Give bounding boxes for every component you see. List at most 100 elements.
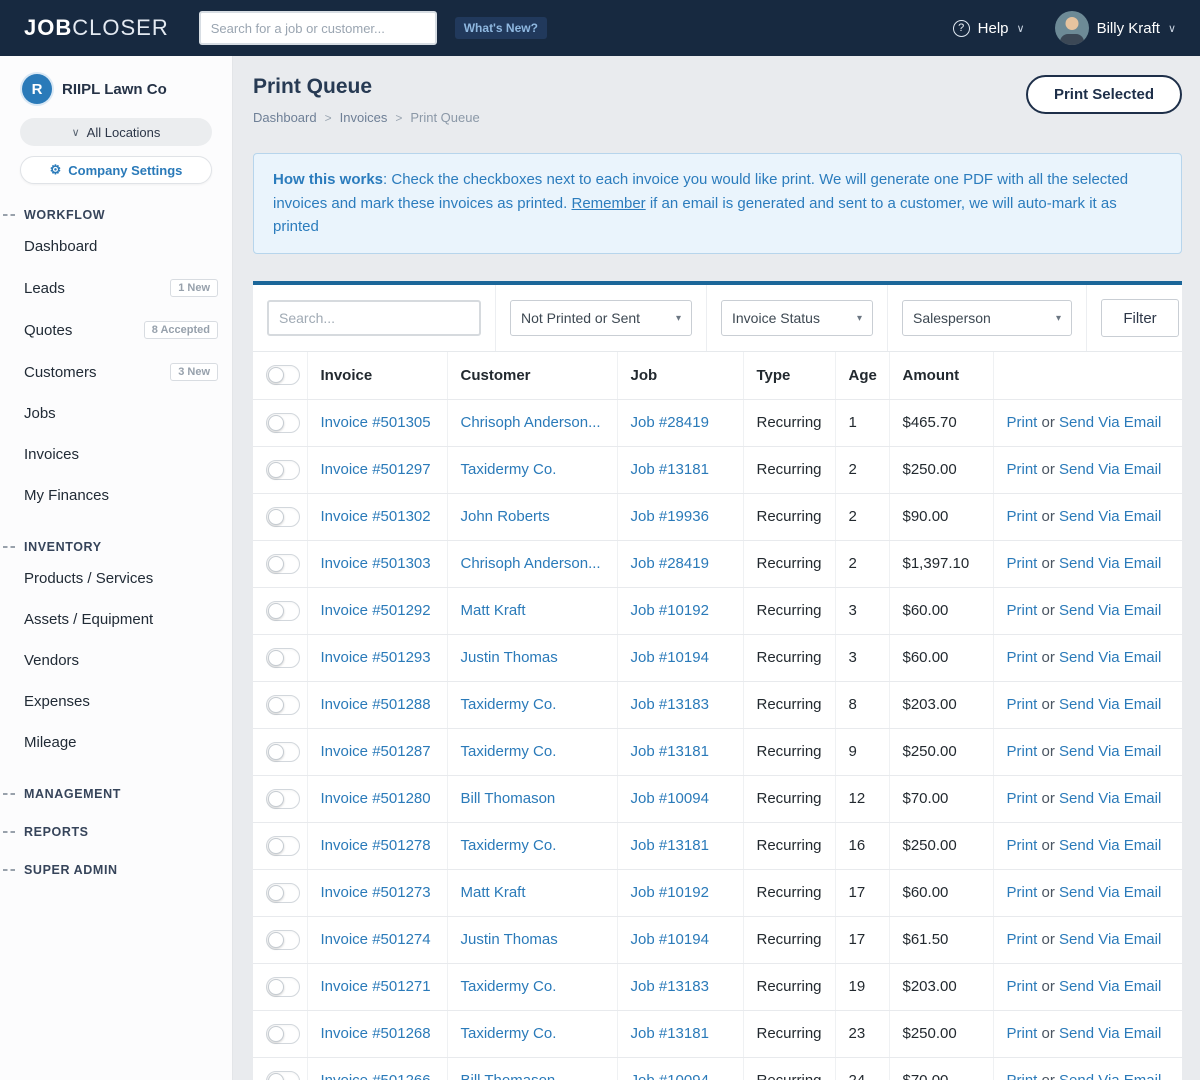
print-link[interactable]: Print bbox=[1007, 414, 1038, 431]
send-email-link[interactable]: Send Via Email bbox=[1059, 555, 1161, 572]
row-select-toggle[interactable] bbox=[266, 976, 300, 997]
customer-link[interactable]: Matt Kraft bbox=[461, 884, 526, 901]
company-settings-button[interactable]: Company Settings bbox=[20, 156, 212, 184]
invoice-link[interactable]: Invoice #501274 bbox=[321, 931, 431, 948]
all-locations-dropdown[interactable]: All Locations bbox=[20, 118, 212, 146]
sidebar-item-dashboard[interactable]: Dashboard bbox=[0, 226, 232, 267]
table-search-input[interactable] bbox=[267, 300, 481, 337]
customer-link[interactable]: Taxidermy Co. bbox=[461, 978, 557, 995]
row-select-toggle[interactable] bbox=[266, 1070, 300, 1080]
row-select-toggle[interactable] bbox=[266, 553, 300, 574]
invoice-link[interactable]: Invoice #501288 bbox=[321, 696, 431, 713]
customer-link[interactable]: Justin Thomas bbox=[461, 649, 558, 666]
row-select-toggle[interactable] bbox=[266, 882, 300, 903]
row-select-toggle[interactable] bbox=[266, 741, 300, 762]
job-link[interactable]: Job #28419 bbox=[631, 414, 709, 431]
send-email-link[interactable]: Send Via Email bbox=[1059, 649, 1161, 666]
sidebar-section-super-admin[interactable]: SUPER ADMIN bbox=[0, 863, 232, 877]
row-select-toggle[interactable] bbox=[266, 788, 300, 809]
print-link[interactable]: Print bbox=[1007, 978, 1038, 995]
send-email-link[interactable]: Send Via Email bbox=[1059, 931, 1161, 948]
breadcrumb-invoices[interactable]: Invoices bbox=[340, 110, 388, 125]
send-email-link[interactable]: Send Via Email bbox=[1059, 790, 1161, 807]
sidebar-item-assets-equipment[interactable]: Assets / Equipment bbox=[0, 599, 232, 640]
sidebar-item-vendors[interactable]: Vendors bbox=[0, 640, 232, 681]
whats-new-badge[interactable]: What's New? bbox=[454, 17, 547, 39]
app-logo[interactable]: JOBCLOSER bbox=[24, 15, 169, 41]
invoice-link[interactable]: Invoice #501303 bbox=[321, 555, 431, 572]
job-link[interactable]: Job #28419 bbox=[631, 555, 709, 572]
customer-link[interactable]: Matt Kraft bbox=[461, 602, 526, 619]
invoice-link[interactable]: Invoice #501297 bbox=[321, 461, 431, 478]
send-email-link[interactable]: Send Via Email bbox=[1059, 837, 1161, 854]
job-link[interactable]: Job #13181 bbox=[631, 461, 709, 478]
invoice-link[interactable]: Invoice #501271 bbox=[321, 978, 431, 995]
customer-link[interactable]: John Roberts bbox=[461, 508, 550, 525]
row-select-toggle[interactable] bbox=[266, 412, 300, 433]
salesperson-select[interactable]: Salesperson bbox=[902, 300, 1072, 337]
sidebar-section-reports[interactable]: REPORTS bbox=[0, 825, 232, 839]
sidebar-item-mileage[interactable]: Mileage bbox=[0, 722, 232, 763]
customer-link[interactable]: Taxidermy Co. bbox=[461, 461, 557, 478]
row-select-toggle[interactable] bbox=[266, 459, 300, 480]
print-link[interactable]: Print bbox=[1007, 649, 1038, 666]
invoice-link[interactable]: Invoice #501273 bbox=[321, 884, 431, 901]
job-link[interactable]: Job #10192 bbox=[631, 602, 709, 619]
invoice-link[interactable]: Invoice #501302 bbox=[321, 508, 431, 525]
breadcrumb-dashboard[interactable]: Dashboard bbox=[253, 110, 317, 125]
job-link[interactable]: Job #10192 bbox=[631, 884, 709, 901]
customer-link[interactable]: Justin Thomas bbox=[461, 931, 558, 948]
sidebar-item-jobs[interactable]: Jobs bbox=[0, 393, 232, 434]
sidebar-section-inventory[interactable]: INVENTORY bbox=[0, 540, 232, 554]
job-link[interactable]: Job #19936 bbox=[631, 508, 709, 525]
invoice-link[interactable]: Invoice #501266 bbox=[321, 1072, 431, 1080]
user-menu[interactable]: Billy Kraft bbox=[1054, 11, 1176, 45]
print-selected-button[interactable]: Print Selected bbox=[1025, 75, 1182, 114]
print-link[interactable]: Print bbox=[1007, 602, 1038, 619]
sidebar-item-products-services[interactable]: Products / Services bbox=[0, 558, 232, 599]
customer-link[interactable]: Chrisoph Anderson... bbox=[461, 555, 601, 572]
invoice-link[interactable]: Invoice #501268 bbox=[321, 1025, 431, 1042]
invoice-link[interactable]: Invoice #501287 bbox=[321, 743, 431, 760]
sidebar-section-workflow[interactable]: WORKFLOW bbox=[0, 208, 232, 222]
job-link[interactable]: Job #13183 bbox=[631, 696, 709, 713]
send-email-link[interactable]: Send Via Email bbox=[1059, 508, 1161, 525]
filter-button[interactable]: Filter bbox=[1101, 299, 1179, 338]
send-email-link[interactable]: Send Via Email bbox=[1059, 978, 1161, 995]
row-select-toggle[interactable] bbox=[266, 835, 300, 856]
sidebar-item-quotes[interactable]: Quotes 8 Accepted bbox=[0, 309, 232, 351]
invoice-link[interactable]: Invoice #501305 bbox=[321, 414, 431, 431]
row-select-toggle[interactable] bbox=[266, 600, 300, 621]
print-link[interactable]: Print bbox=[1007, 508, 1038, 525]
invoice-link[interactable]: Invoice #501280 bbox=[321, 790, 431, 807]
job-link[interactable]: Job #10094 bbox=[631, 790, 709, 807]
job-link[interactable]: Job #13183 bbox=[631, 978, 709, 995]
global-search-input[interactable] bbox=[198, 11, 437, 45]
print-link[interactable]: Print bbox=[1007, 884, 1038, 901]
send-email-link[interactable]: Send Via Email bbox=[1059, 461, 1161, 478]
send-email-link[interactable]: Send Via Email bbox=[1059, 696, 1161, 713]
row-select-toggle[interactable] bbox=[266, 506, 300, 527]
row-select-toggle[interactable] bbox=[266, 694, 300, 715]
row-select-toggle[interactable] bbox=[266, 647, 300, 668]
print-link[interactable]: Print bbox=[1007, 461, 1038, 478]
invoice-link[interactable]: Invoice #501293 bbox=[321, 649, 431, 666]
row-select-toggle[interactable] bbox=[266, 1023, 300, 1044]
customer-link[interactable]: Bill Thomason bbox=[461, 790, 556, 807]
invoice-link[interactable]: Invoice #501278 bbox=[321, 837, 431, 854]
sidebar-item-customers[interactable]: Customers 3 New bbox=[0, 351, 232, 393]
row-select-toggle[interactable] bbox=[266, 929, 300, 950]
customer-link[interactable]: Taxidermy Co. bbox=[461, 1025, 557, 1042]
job-link[interactable]: Job #10094 bbox=[631, 1072, 709, 1080]
print-link[interactable]: Print bbox=[1007, 555, 1038, 572]
print-link[interactable]: Print bbox=[1007, 790, 1038, 807]
send-email-link[interactable]: Send Via Email bbox=[1059, 743, 1161, 760]
print-link[interactable]: Print bbox=[1007, 696, 1038, 713]
job-link[interactable]: Job #13181 bbox=[631, 743, 709, 760]
job-link[interactable]: Job #10194 bbox=[631, 931, 709, 948]
print-link[interactable]: Print bbox=[1007, 743, 1038, 760]
invoice-status-select[interactable]: Invoice Status bbox=[721, 300, 873, 337]
print-link[interactable]: Print bbox=[1007, 931, 1038, 948]
sidebar-item-invoices[interactable]: Invoices bbox=[0, 434, 232, 475]
sidebar-item-leads[interactable]: Leads 1 New bbox=[0, 267, 232, 309]
